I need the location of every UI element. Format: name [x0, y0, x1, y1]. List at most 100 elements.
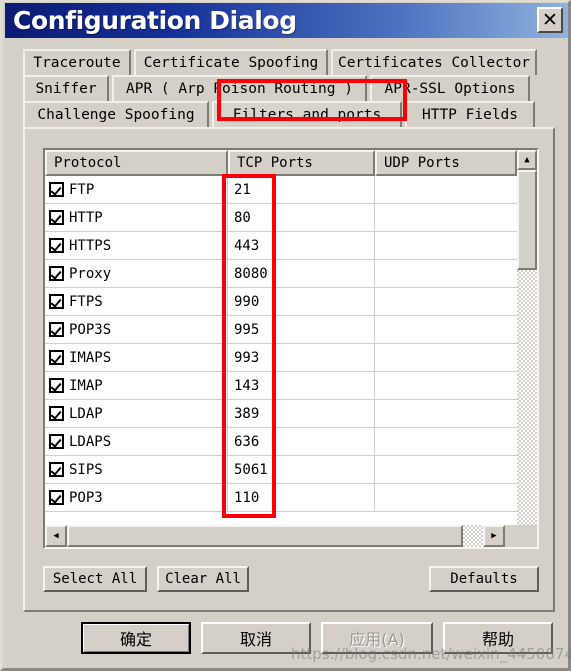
- cell-protocol[interactable]: LDAPS: [45, 428, 228, 455]
- checkbox-checked-icon[interactable]: [49, 238, 64, 253]
- checkbox-checked-icon[interactable]: [49, 350, 64, 365]
- cell-udp-port[interactable]: [375, 456, 517, 483]
- table-row[interactable]: IMAPS 993: [45, 344, 517, 372]
- checkbox-checked-icon[interactable]: [49, 378, 64, 393]
- window-title: Configuration Dialog: [13, 6, 297, 35]
- tab-certificate-spoofing[interactable]: Certificate Spoofing: [134, 49, 328, 75]
- horizontal-scrollbar-thumb[interactable]: [67, 525, 463, 547]
- tab-http-fields[interactable]: HTTP Fields: [405, 101, 535, 127]
- column-header-tcp-ports[interactable]: TCP Ports: [228, 150, 375, 176]
- protocol-label: POP3: [69, 489, 103, 506]
- apply-button[interactable]: 应用(A): [321, 622, 433, 654]
- close-icon[interactable]: ✕: [537, 7, 563, 33]
- table-row[interactable]: LDAP 389: [45, 400, 517, 428]
- cell-udp-port[interactable]: [375, 288, 517, 315]
- cell-udp-port[interactable]: [375, 344, 517, 371]
- cell-udp-port[interactable]: [375, 232, 517, 259]
- tab-apr-ssl-options[interactable]: APR-SSL Options: [370, 75, 530, 101]
- cell-protocol[interactable]: FTPS: [45, 288, 228, 315]
- horizontal-scrollbar[interactable]: ◀ ▶: [45, 525, 537, 547]
- vertical-scrollbar[interactable]: ▲ ▼: [517, 150, 537, 547]
- table-row[interactable]: LDAPS 636: [45, 428, 517, 456]
- table-row[interactable]: FTP 21: [45, 176, 517, 204]
- checkbox-checked-icon[interactable]: [49, 294, 64, 309]
- cell-udp-port[interactable]: [375, 204, 517, 231]
- table-row[interactable]: Proxy 8080: [45, 260, 517, 288]
- checkbox-checked-icon[interactable]: [49, 434, 64, 449]
- cell-protocol[interactable]: HTTP: [45, 204, 228, 231]
- cell-protocol[interactable]: POP3S: [45, 316, 228, 343]
- cell-udp-port[interactable]: [375, 428, 517, 455]
- cell-tcp-port[interactable]: 143: [228, 372, 375, 399]
- checkbox-checked-icon[interactable]: [49, 462, 64, 477]
- cell-protocol[interactable]: LDAP: [45, 400, 228, 427]
- tab-sniffer[interactable]: Sniffer: [23, 75, 109, 101]
- scroll-right-icon[interactable]: ▶: [483, 525, 505, 547]
- table-row[interactable]: HTTPS 443: [45, 232, 517, 260]
- cell-udp-port[interactable]: [375, 372, 517, 399]
- cell-protocol[interactable]: SIPS: [45, 456, 228, 483]
- checkbox-checked-icon[interactable]: [49, 322, 64, 337]
- table-row[interactable]: FTPS 990: [45, 288, 517, 316]
- tab-filters-and-ports[interactable]: Filters and ports: [212, 101, 402, 127]
- cell-protocol[interactable]: IMAPS: [45, 344, 228, 371]
- checkbox-checked-icon[interactable]: [49, 182, 64, 197]
- table-row[interactable]: HTTP 80: [45, 204, 517, 232]
- tab-challenge-spoofing[interactable]: Challenge Spoofing: [23, 101, 209, 127]
- grid-header-row: Protocol TCP Ports UDP Ports: [45, 150, 537, 176]
- protocol-label: HTTP: [69, 209, 103, 226]
- column-header-udp-ports[interactable]: UDP Ports: [375, 150, 517, 176]
- cell-tcp-port[interactable]: 21: [228, 176, 375, 203]
- configuration-dialog-window: Configuration Dialog ✕ Traceroute Certifi…: [0, 0, 571, 671]
- title-bar[interactable]: Configuration Dialog ✕: [5, 3, 568, 38]
- scroll-up-icon[interactable]: ▲: [517, 150, 537, 170]
- ok-button[interactable]: 确定: [81, 622, 191, 654]
- checkbox-checked-icon[interactable]: [49, 406, 64, 421]
- help-button[interactable]: 帮助: [443, 622, 553, 654]
- table-row[interactable]: SIPS 5061: [45, 456, 517, 484]
- cell-tcp-port[interactable]: 80: [228, 204, 375, 231]
- cell-protocol[interactable]: HTTPS: [45, 232, 228, 259]
- cell-udp-port[interactable]: [375, 316, 517, 343]
- table-row[interactable]: IMAP 143: [45, 372, 517, 400]
- protocol-label: FTP: [69, 181, 95, 198]
- column-header-protocol[interactable]: Protocol: [45, 150, 228, 176]
- checkbox-checked-icon[interactable]: [49, 490, 64, 505]
- cell-udp-port[interactable]: [375, 484, 517, 511]
- cell-tcp-port[interactable]: 993: [228, 344, 375, 371]
- cell-tcp-port[interactable]: 5061: [228, 456, 375, 483]
- tab-traceroute[interactable]: Traceroute: [23, 49, 131, 75]
- cell-udp-port[interactable]: [375, 260, 517, 287]
- protocol-label: LDAP: [69, 405, 103, 422]
- cell-protocol[interactable]: Proxy: [45, 260, 228, 287]
- checkbox-checked-icon[interactable]: [49, 210, 64, 225]
- vertical-scrollbar-track[interactable]: [517, 170, 537, 527]
- tab-strip: Traceroute Certificate Spoofing Certificat…: [23, 49, 555, 127]
- cancel-button[interactable]: 取消: [201, 622, 311, 654]
- cell-tcp-port[interactable]: 8080: [228, 260, 375, 287]
- cell-udp-port[interactable]: [375, 400, 517, 427]
- checkbox-checked-icon[interactable]: [49, 266, 64, 281]
- vertical-scrollbar-thumb[interactable]: [517, 170, 537, 270]
- protocol-label: HTTPS: [69, 237, 112, 254]
- cell-protocol[interactable]: POP3: [45, 484, 228, 511]
- defaults-button[interactable]: Defaults: [429, 566, 539, 592]
- protocol-label: IMAPS: [69, 349, 112, 366]
- cell-protocol[interactable]: FTP: [45, 176, 228, 203]
- protocol-label: SIPS: [69, 461, 103, 478]
- scroll-left-icon[interactable]: ◀: [45, 525, 67, 547]
- select-all-button[interactable]: Select All: [43, 566, 147, 592]
- cell-udp-port[interactable]: [375, 176, 517, 203]
- cell-tcp-port[interactable]: 110: [228, 484, 375, 511]
- table-row[interactable]: POP3S 995: [45, 316, 517, 344]
- cell-tcp-port[interactable]: 389: [228, 400, 375, 427]
- cell-tcp-port[interactable]: 995: [228, 316, 375, 343]
- cell-tcp-port[interactable]: 990: [228, 288, 375, 315]
- tab-certificates-collector[interactable]: Certificates Collector: [331, 49, 537, 75]
- cell-tcp-port[interactable]: 443: [228, 232, 375, 259]
- cell-protocol[interactable]: IMAP: [45, 372, 228, 399]
- cell-tcp-port[interactable]: 636: [228, 428, 375, 455]
- tab-apr-arp-poison-routing[interactable]: APR ( Arp Poison Routing ): [112, 75, 367, 101]
- clear-all-button[interactable]: Clear All: [157, 566, 249, 592]
- table-row[interactable]: POP3 110: [45, 484, 517, 512]
